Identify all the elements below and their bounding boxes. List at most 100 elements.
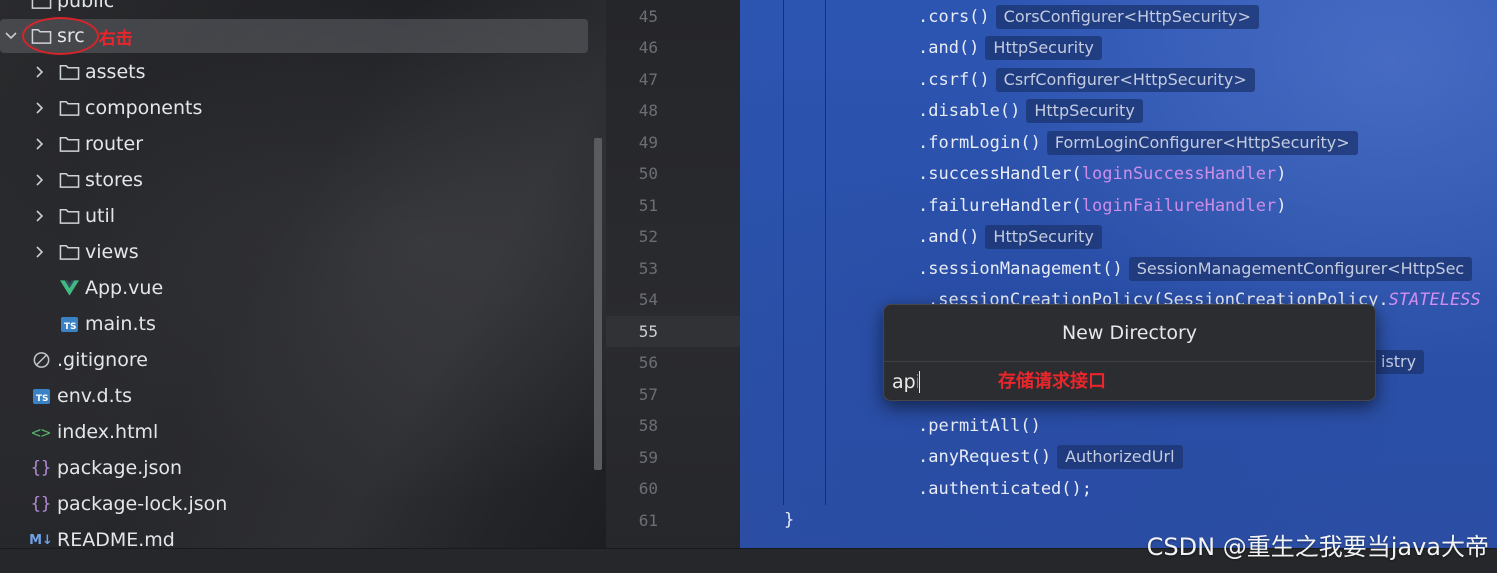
json-braces-icon: {} [30,494,52,514]
type-hint: HttpSecurity [985,35,1102,60]
tree-item-label: App.vue [85,277,164,299]
tree-item-components[interactable]: components [0,91,590,125]
tree-item-label: .gitignore [57,349,148,371]
line-number: 46 [638,38,658,57]
tree-item-label: index.html [57,421,159,443]
line-number: 51 [638,196,658,215]
chevron-right-icon[interactable] [32,65,46,79]
folder-icon [58,62,80,82]
code-line: } [784,509,795,530]
text-caret [919,371,920,393]
tree-item-views[interactable]: views [0,235,590,269]
tree-item-label: router [85,133,144,155]
tree-item-package-json[interactable]: {} package.json [0,451,590,485]
tree-item-label: package-lock.json [57,493,228,515]
code-line: .and() HttpSecurity [918,32,1102,63]
chevron-right-icon[interactable] [32,101,46,115]
tree-scrollbar[interactable] [594,138,602,470]
folder-icon [58,170,80,190]
tree-item-public[interactable]: public [0,0,590,18]
code-editor[interactable]: .cors() CorsConfigurer<HttpSecurity> .and… [740,0,1497,548]
line-number: 52 [638,227,658,246]
folder-icon [30,0,52,11]
tree-item-label: views [85,241,139,263]
code-line: .and() HttpSecurity [918,221,1102,252]
type-hint: HttpSecurity [1026,98,1143,123]
code-line: .failureHandler(loginFailureHandler) [918,195,1287,216]
line-number: 56 [638,353,658,372]
directory-name-field[interactable] [892,367,1367,397]
indent-guide [783,0,784,505]
html-tag-icon: <> [31,422,51,442]
code-line: .cors() CorsConfigurer<HttpSecurity> [918,1,1259,32]
line-number: 50 [638,164,658,183]
annotation-circle [22,17,99,55]
chevron-right-icon[interactable] [32,137,46,151]
code-line: .authenticated(); [918,478,1092,499]
tree-item-assets[interactable]: assets [0,55,590,89]
code-line: .formLogin() FormLoginConfigurer<HttpSecu… [918,127,1358,158]
line-number: 59 [638,448,658,467]
tree-item-label: package.json [57,457,183,479]
type-hint: SessionManagementConfigurer<HttpSec [1128,256,1473,281]
folder-icon [58,134,80,154]
chevron-right-icon[interactable] [4,0,18,8]
type-hint: HttpSecurity [985,224,1102,249]
code-line: .permitAll() [918,415,1041,436]
line-number: 47 [638,70,658,89]
type-hint: AuthorizedUrl [1057,444,1183,469]
tree-item-gitignore[interactable]: .gitignore [0,343,590,377]
code-line: .anyRequest() AuthorizedUrl [918,441,1183,472]
tree-item-main-ts[interactable]: TS main.ts [0,307,590,341]
line-number: 60 [638,479,658,498]
code-line: .sessionManagement() SessionManagementCon… [918,253,1473,284]
tree-item-label: env.d.ts [57,385,132,407]
new-directory-dialog: New Directory 存储请求接口 [883,304,1376,401]
type-hint: istry [1373,349,1425,374]
markdown-icon: M↓ [29,532,53,548]
tree-item-label: main.ts [85,313,156,335]
tree-item-index-html[interactable]: <> index.html [0,415,590,449]
tree-item-util[interactable]: util [0,199,590,233]
json-braces-icon: {} [30,458,52,478]
tree-item-readme-md[interactable]: M↓ README.md [0,523,590,548]
code-line: .successHandler(loginSuccessHandler) [918,163,1287,184]
folder-icon [58,242,80,262]
tree-item-router[interactable]: router [0,127,590,161]
tree-item-env-d-ts[interactable]: TS env.d.ts [0,379,590,413]
line-number: 54 [638,290,658,309]
type-hint: CsrfConfigurer<HttpSecurity> [995,67,1255,92]
tree-item-label: README.md [57,529,175,548]
type-hint: CorsConfigurer<HttpSecurity> [995,4,1259,29]
tree-item-label: components [85,97,203,119]
ignore-icon [30,350,52,370]
current-line-highlight [606,316,740,347]
line-number: 48 [638,101,658,120]
tree-item-app-vue[interactable]: App.vue [0,271,590,305]
line-number: 45 [638,7,658,26]
line-number: 61 [638,511,658,530]
vue-icon [58,278,80,298]
folder-icon [58,206,80,226]
tree-item-stores[interactable]: stores [0,163,590,197]
line-number: 57 [638,385,658,404]
annotation-right-click: 右击 [98,28,133,49]
tree-item-label: util [85,205,116,227]
tree-item-label: assets [85,61,146,83]
directory-name-input[interactable] [892,371,918,393]
tree-item-label: public [57,0,115,12]
tree-item-package-lock-json[interactable]: {} package-lock.json [0,487,590,521]
chevron-right-icon[interactable] [32,245,46,259]
type-hint: FormLoginConfigurer<HttpSecurity> [1046,130,1358,155]
tree-item-label: stores [85,169,143,191]
folder-icon [58,98,80,118]
dialog-title: New Directory [884,305,1375,362]
chevron-right-icon[interactable] [32,209,46,223]
chevron-right-icon[interactable] [32,173,46,187]
typescript-icon: TS [30,386,52,406]
line-number: 49 [638,133,658,152]
indent-guide [825,0,826,505]
watermark: CSDN @重生之我要当java大帝 [1146,533,1489,561]
chevron-down-icon[interactable] [4,29,18,43]
line-number: 58 [638,416,658,435]
